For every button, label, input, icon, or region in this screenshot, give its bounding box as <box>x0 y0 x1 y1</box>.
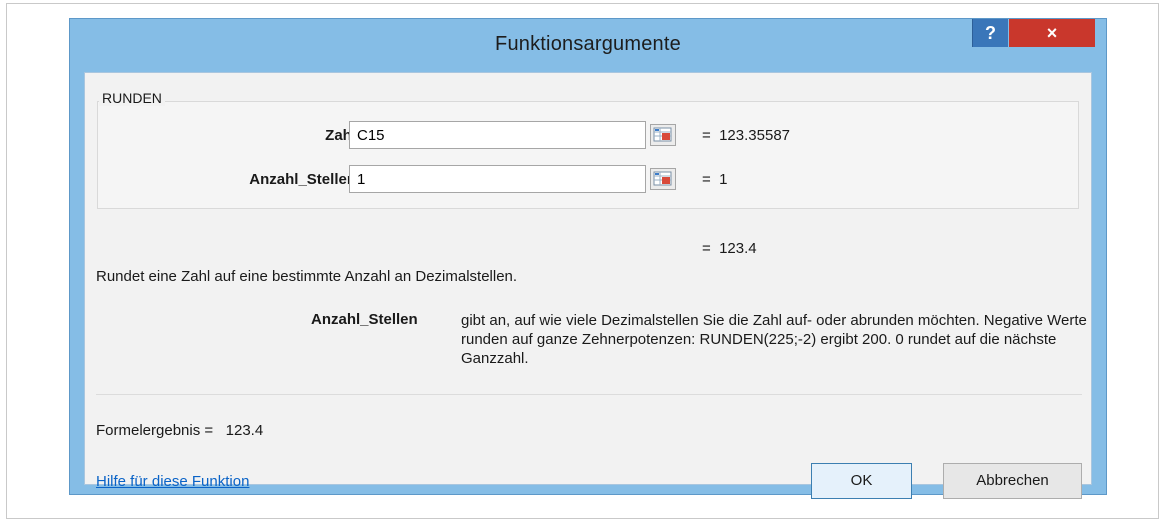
title-bar[interactable]: Funktionsargumente ? × <box>70 19 1106 71</box>
function-arguments-dialog: Funktionsargumente ? × RUNDEN Zahl = 123… <box>69 18 1107 499</box>
range-select-icon <box>653 171 672 186</box>
collapse-dialog-button[interactable] <box>650 124 676 146</box>
formula-result: Formelergebnis = 123.4 <box>96 422 264 439</box>
help-button[interactable]: ? <box>972 19 1008 47</box>
collapse-dialog-button[interactable] <box>650 168 676 190</box>
argument-label-anzahl-stellen: Anzahl_Stellen <box>249 171 356 188</box>
argument-value-anzahl-stellen: = 1 <box>702 171 728 188</box>
function-result: = 123.4 <box>702 240 757 257</box>
argument-value-zahl: = 123.35587 <box>702 127 791 144</box>
range-select-icon <box>653 127 672 142</box>
dialog-title: Funktionsargumente <box>495 33 681 55</box>
ok-button[interactable]: OK <box>811 463 912 499</box>
close-button[interactable]: × <box>1009 19 1095 47</box>
function-description: Rundet eine Zahl auf eine bestimmte Anza… <box>96 268 518 285</box>
cancel-button[interactable]: Abbrechen <box>943 463 1082 499</box>
divider <box>96 394 1082 395</box>
anzahl-stellen-input[interactable] <box>349 165 646 193</box>
parameter-name: Anzahl_Stellen <box>311 311 418 328</box>
dialog-body: RUNDEN Zahl = 123.35587 Anzahl_Stellen <box>84 72 1092 499</box>
help-for-function-link[interactable]: Hilfe für diese Funktion <box>96 473 249 490</box>
parameter-description: gibt an, auf wie viele Dezimalstellen Si… <box>461 312 1087 367</box>
zahl-input[interactable] <box>349 121 646 149</box>
function-name: RUNDEN <box>99 90 165 106</box>
